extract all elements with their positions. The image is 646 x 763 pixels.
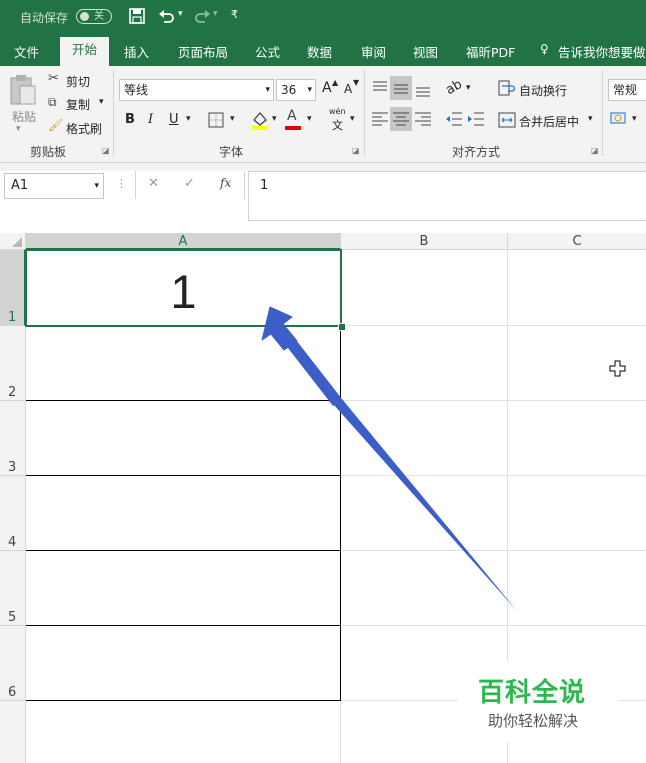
- watermark-subtitle: 助你轻松解决: [488, 712, 579, 730]
- watermark-title: 百科全说: [478, 678, 587, 708]
- cell-cursor-icon: [609, 360, 626, 377]
- annotation-arrow: [261, 306, 517, 611]
- watermark-badge: 百科全说 助你轻松解决: [458, 662, 620, 742]
